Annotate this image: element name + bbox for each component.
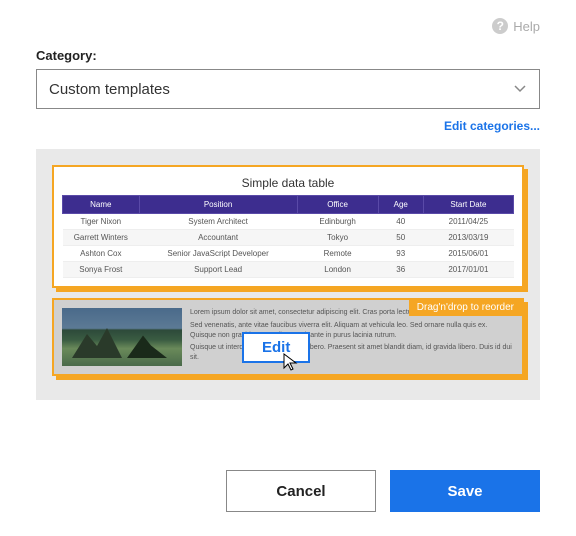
help-label: Help bbox=[513, 19, 540, 34]
template-description: Lorem ipsum dolor sit amet, consectetur … bbox=[190, 308, 514, 366]
template-card[interactable]: Drag'n'drop to reorder Lorem ipsum dolor… bbox=[52, 298, 524, 376]
templates-list: Simple data table Name Position Office A… bbox=[36, 149, 540, 400]
category-label: Category: bbox=[36, 48, 540, 63]
reorder-hint: Drag'n'drop to reorder bbox=[409, 300, 522, 316]
cursor-icon bbox=[282, 352, 300, 377]
cancel-button[interactable]: Cancel bbox=[226, 470, 376, 512]
save-button[interactable]: Save bbox=[390, 470, 540, 512]
category-selected-value: Custom templates bbox=[49, 81, 170, 98]
template-thumbnail bbox=[62, 308, 182, 366]
edit-button[interactable]: Edit bbox=[242, 332, 310, 363]
template-title: Simple data table bbox=[62, 173, 514, 195]
template-card[interactable]: Simple data table Name Position Office A… bbox=[52, 165, 524, 288]
edit-categories-link[interactable]: Edit categories... bbox=[444, 119, 540, 133]
table-row: Tiger NixonSystem ArchitectEdinburgh4020… bbox=[63, 214, 514, 230]
table-row: Ashton CoxSenior JavaScript DeveloperRem… bbox=[63, 246, 514, 262]
chevron-down-icon bbox=[513, 82, 527, 96]
category-select[interactable]: Custom templates bbox=[36, 69, 540, 109]
help-icon: ? bbox=[492, 18, 508, 34]
table-row: Sonya FrostSupport LeadLondon362017/01/0… bbox=[63, 262, 514, 278]
table-row: Garrett WintersAccountantTokyo502013/03/… bbox=[63, 230, 514, 246]
help-link[interactable]: ? Help bbox=[492, 18, 540, 34]
data-table-preview: Name Position Office Age Start Date Tige… bbox=[62, 195, 514, 278]
